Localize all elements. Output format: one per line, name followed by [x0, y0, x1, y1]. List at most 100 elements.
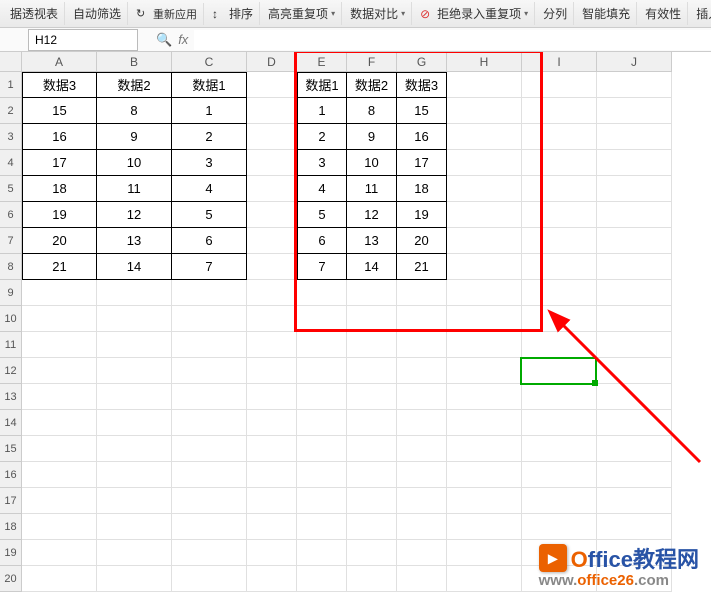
cell[interactable] — [447, 358, 522, 384]
cell[interactable] — [447, 280, 522, 306]
cell[interactable] — [97, 566, 172, 592]
cell[interactable]: 20 — [22, 228, 97, 254]
cell[interactable] — [522, 124, 597, 150]
cell[interactable] — [97, 306, 172, 332]
row-header[interactable]: 17 — [0, 488, 22, 514]
cell[interactable]: 20 — [397, 228, 447, 254]
col-header-E[interactable]: E — [297, 52, 347, 72]
cell[interactable] — [347, 358, 397, 384]
cell[interactable] — [22, 384, 97, 410]
cell[interactable] — [247, 410, 297, 436]
cell[interactable] — [522, 176, 597, 202]
cell[interactable]: 数据3 — [397, 72, 447, 98]
cell[interactable] — [297, 488, 347, 514]
cell[interactable] — [522, 410, 597, 436]
cell[interactable] — [347, 462, 397, 488]
cell[interactable] — [347, 306, 397, 332]
cell[interactable] — [247, 98, 297, 124]
cell[interactable] — [97, 436, 172, 462]
col-header-D[interactable]: D — [247, 52, 297, 72]
row-header[interactable]: 2 — [0, 98, 22, 124]
col-header-C[interactable]: C — [172, 52, 247, 72]
cell[interactable] — [347, 384, 397, 410]
cell[interactable]: 1 — [172, 98, 247, 124]
cell[interactable] — [247, 462, 297, 488]
cell[interactable] — [597, 280, 672, 306]
cell[interactable]: 12 — [97, 202, 172, 228]
cell[interactable] — [522, 514, 597, 540]
cell[interactable]: 13 — [347, 228, 397, 254]
cell[interactable] — [347, 332, 397, 358]
row-header[interactable]: 10 — [0, 306, 22, 332]
cell[interactable] — [447, 150, 522, 176]
row-header[interactable]: 12 — [0, 358, 22, 384]
cell[interactable] — [247, 124, 297, 150]
row-header[interactable]: 4 — [0, 150, 22, 176]
cell[interactable] — [597, 384, 672, 410]
cell[interactable] — [247, 72, 297, 98]
cell[interactable]: 7 — [297, 254, 347, 280]
cell[interactable]: 3 — [172, 150, 247, 176]
col-header-A[interactable]: A — [22, 52, 97, 72]
cell[interactable] — [247, 436, 297, 462]
cell[interactable] — [297, 358, 347, 384]
cell[interactable] — [172, 462, 247, 488]
cell[interactable] — [447, 254, 522, 280]
cell[interactable] — [447, 176, 522, 202]
spreadsheet-grid[interactable]: ABCDEFGHIJ 12345678910111213141516171819… — [0, 52, 711, 603]
cell[interactable] — [297, 332, 347, 358]
cell[interactable] — [247, 306, 297, 332]
tool-reject-dup[interactable]: ⊘拒绝录入重复项▾ — [414, 2, 535, 25]
row-header[interactable]: 11 — [0, 332, 22, 358]
cell[interactable] — [97, 384, 172, 410]
cell[interactable]: 18 — [397, 176, 447, 202]
cell[interactable]: 17 — [397, 150, 447, 176]
cell-area[interactable]: 数据3数据2数据1数据1数据2数据31581181516922916171033… — [22, 72, 711, 603]
cell[interactable]: 15 — [22, 98, 97, 124]
tool-autofilter[interactable]: 自动筛选 — [67, 2, 128, 25]
cell[interactable] — [397, 384, 447, 410]
tool-flashfill[interactable]: 智能填充 — [576, 2, 637, 25]
cell[interactable] — [447, 462, 522, 488]
cell[interactable]: 数据2 — [97, 72, 172, 98]
cell[interactable] — [97, 332, 172, 358]
cell[interactable] — [397, 540, 447, 566]
cell[interactable]: 数据3 — [22, 72, 97, 98]
col-header-I[interactable]: I — [522, 52, 597, 72]
cell[interactable] — [447, 306, 522, 332]
cell[interactable] — [522, 98, 597, 124]
cell[interactable]: 2 — [172, 124, 247, 150]
cell[interactable] — [447, 488, 522, 514]
cell[interactable] — [447, 228, 522, 254]
cell[interactable] — [597, 358, 672, 384]
cell[interactable] — [22, 514, 97, 540]
cell[interactable]: 10 — [97, 150, 172, 176]
cell[interactable] — [522, 358, 597, 384]
cell[interactable] — [247, 540, 297, 566]
col-header-F[interactable]: F — [347, 52, 397, 72]
cell[interactable]: 13 — [97, 228, 172, 254]
row-header[interactable]: 15 — [0, 436, 22, 462]
cell[interactable] — [347, 436, 397, 462]
cell[interactable] — [347, 280, 397, 306]
row-header[interactable]: 9 — [0, 280, 22, 306]
row-header[interactable]: 7 — [0, 228, 22, 254]
cell[interactable] — [447, 332, 522, 358]
cell[interactable] — [447, 384, 522, 410]
cell[interactable]: 10 — [347, 150, 397, 176]
tool-compare[interactable]: 数据对比▾ — [344, 2, 412, 25]
cell[interactable] — [447, 98, 522, 124]
cell[interactable]: 4 — [172, 176, 247, 202]
cell[interactable] — [397, 410, 447, 436]
cell[interactable] — [247, 514, 297, 540]
cell[interactable] — [397, 306, 447, 332]
cell[interactable]: 9 — [347, 124, 397, 150]
cell[interactable] — [597, 436, 672, 462]
cell[interactable] — [247, 228, 297, 254]
row-header[interactable]: 18 — [0, 514, 22, 540]
cell[interactable] — [22, 358, 97, 384]
cell[interactable] — [347, 410, 397, 436]
cell[interactable]: 9 — [97, 124, 172, 150]
cell[interactable] — [172, 358, 247, 384]
cell[interactable] — [347, 488, 397, 514]
